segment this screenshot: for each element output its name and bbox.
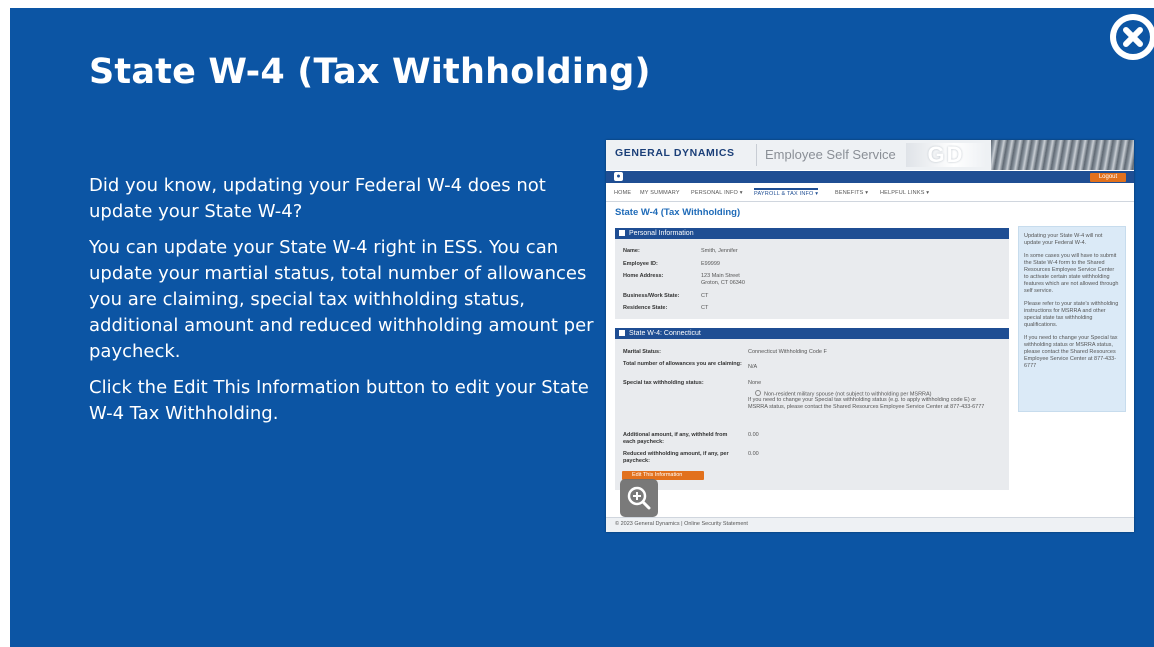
- sidebar-note-2: In some cases you will have to submit th…: [1024, 253, 1119, 294]
- employee-id-label: Employee ID:: [623, 261, 658, 267]
- zoom-in-icon: [627, 486, 651, 510]
- nav-personal-info: PERSONAL INFO ▾: [691, 190, 743, 196]
- ess-nav: HOME MY SUMMARY PERSONAL INFO ▾ PAYROLL …: [606, 188, 1134, 202]
- nav-payroll-tax-info: PAYROLL & TAX INFO ▾: [754, 188, 819, 197]
- reduced-amount-label: Reduced withholding amount, if any, per …: [623, 451, 729, 464]
- marital-value: Connecticut Withholding Code F: [748, 349, 827, 355]
- employee-id-value: E99999: [701, 261, 720, 267]
- special-status-note: If you need to change your Special tax w…: [748, 397, 985, 410]
- work-state-value: CT: [701, 293, 709, 299]
- nav-helpful-links: HELPFUL LINKS ▾: [880, 190, 930, 196]
- sidebar-note-4: If you need to change your Special tax w…: [1024, 335, 1118, 369]
- ess-toolbar: [606, 171, 1134, 183]
- nav-benefits: BENEFITS ▾: [835, 190, 869, 196]
- app-title: Employee Self Service: [756, 144, 900, 166]
- ess-page-title: State W-4 (Tax Withholding): [615, 207, 741, 218]
- state-w4-header: State W-4: Connecticut: [615, 328, 1009, 339]
- allowances-label: Total number of allowances you are claim…: [623, 361, 742, 367]
- radio-icon: [755, 390, 761, 396]
- reduced-amount-value: 0.00: [748, 451, 759, 457]
- paragraph-federal-note: Did you know, updating your Federal W-4 …: [89, 175, 546, 222]
- allowances-value: N/A: [748, 364, 758, 370]
- user-icon: ●: [614, 172, 623, 181]
- nav-home: HOME: [614, 190, 632, 196]
- marital-label: Marital Status:: [623, 349, 661, 355]
- address-line2: Groton, CT 06340: [701, 280, 745, 286]
- slide-title: State W-4 (Tax Withholding): [89, 52, 651, 92]
- additional-amount-value: 0.00: [748, 432, 759, 438]
- gd-logo: GD: [906, 143, 986, 167]
- paragraph-edit-instruction: Click the Edit This Information button t…: [89, 377, 589, 424]
- close-button[interactable]: [1110, 14, 1154, 60]
- special-status-value: None: [748, 380, 762, 386]
- residence-state-value: CT: [701, 305, 709, 311]
- additional-amount-label: Additional amount, if any, withheld from…: [623, 432, 728, 445]
- state-w4-panel: State W-4: Connecticut Marital Status: C…: [615, 328, 1009, 490]
- collapse-icon: [619, 329, 625, 336]
- help-sidebar: Updating your State W-4 will not update …: [1018, 226, 1126, 412]
- close-icon: [1116, 20, 1150, 54]
- name-value: Smith, Jennifer: [701, 248, 738, 254]
- footer-text: © 2023 General Dynamics | Online Securit…: [615, 521, 748, 527]
- collapse-icon: [619, 229, 625, 236]
- sidebar-note-3: Please refer to your state's withholding…: [1024, 301, 1119, 328]
- paragraph-update-info: You can update your State W-4 right in E…: [89, 237, 594, 362]
- residence-state-label: Residence State:: [623, 305, 668, 311]
- sidebar-note-1: Updating your State W-4 will not update …: [1024, 233, 1103, 246]
- zoom-button[interactable]: [620, 479, 658, 517]
- nav-my-summary: MY SUMMARY: [640, 190, 680, 196]
- personal-info-panel: Personal Information Name: Smith, Jennif…: [615, 228, 1009, 319]
- slide-body: Did you know, updating your Federal W-4 …: [89, 173, 599, 437]
- work-state-label: Business/Work State:: [623, 293, 680, 299]
- personal-info-header: Personal Information: [615, 228, 1009, 239]
- ess-screenshot: GENERAL DYNAMICS Employee Self Service G…: [606, 140, 1134, 532]
- header-image: [991, 140, 1134, 170]
- logout-button: Logout: [1090, 173, 1126, 182]
- brand-logo: GENERAL DYNAMICS: [615, 147, 735, 159]
- special-status-label: Special tax withholding status:: [623, 380, 704, 386]
- address-line1: 123 Main Street: [701, 273, 740, 279]
